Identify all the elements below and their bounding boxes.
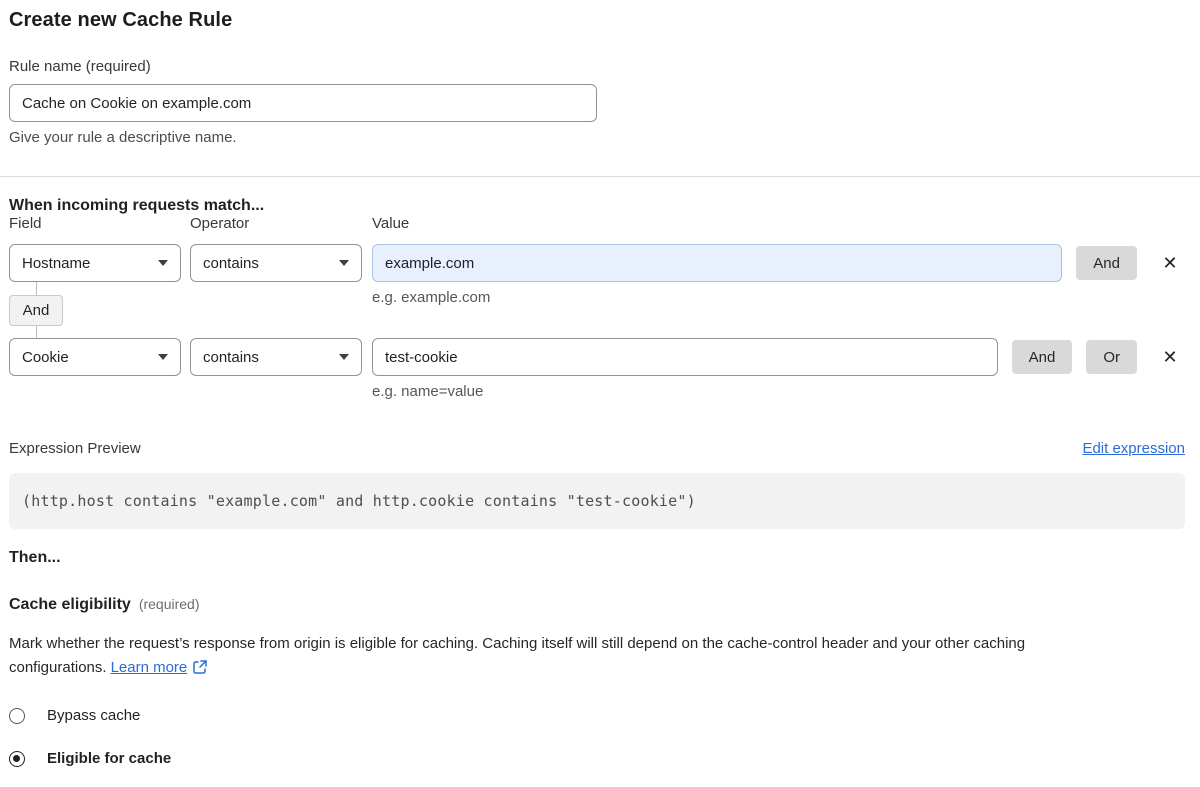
- chevron-down-icon: [158, 354, 168, 360]
- chevron-down-icon: [339, 354, 349, 360]
- required-note: (required): [139, 596, 200, 612]
- rule-name-section: Rule name (required) Give your rule a de…: [9, 58, 1185, 146]
- and-connector-button[interactable]: And: [9, 295, 63, 326]
- condition-row: Hostname contains And ✕: [9, 244, 1185, 282]
- value-hint: e.g. example.com: [372, 289, 490, 306]
- value-input[interactable]: [372, 244, 1062, 282]
- cache-eligibility-heading: Cache eligibility: [9, 596, 131, 614]
- and-button[interactable]: And: [1012, 340, 1073, 374]
- edit-expression-link[interactable]: Edit expression: [1082, 440, 1185, 457]
- page-title: Create new Cache Rule: [9, 9, 1185, 32]
- external-link-icon: [193, 660, 207, 674]
- condition-row: Cookie contains And Or ✕: [9, 338, 1185, 376]
- rule-name-label: Rule name (required): [9, 58, 1185, 75]
- expression-code: (http.host contains "example.com" and ht…: [9, 473, 1185, 529]
- bypass-cache-option[interactable]: Bypass cache: [9, 707, 1185, 724]
- field-column-label: Field: [9, 215, 190, 232]
- section-divider: [0, 176, 1200, 177]
- expression-preview-label: Expression Preview: [9, 440, 141, 457]
- learn-more-link[interactable]: Learn more: [111, 659, 208, 676]
- match-heading: When incoming requests match...: [9, 197, 1185, 215]
- or-button[interactable]: Or: [1086, 340, 1137, 374]
- learn-more-label: Learn more: [111, 659, 188, 676]
- field-select[interactable]: Cookie: [9, 338, 181, 376]
- connector-line: [36, 282, 37, 295]
- condition-connector-area: And e.g. example.com: [9, 282, 1185, 338]
- radio-unselected-icon[interactable]: [9, 708, 25, 724]
- field-select[interactable]: Hostname: [9, 244, 181, 282]
- then-heading: Then...: [9, 549, 1185, 567]
- remove-condition-button[interactable]: ✕: [1155, 342, 1185, 372]
- value-input[interactable]: [372, 338, 998, 376]
- operator-select[interactable]: contains: [190, 244, 362, 282]
- eligible-for-cache-option[interactable]: Eligible for cache: [9, 750, 1185, 767]
- rule-name-input[interactable]: [9, 84, 597, 122]
- field-select-value: Hostname: [22, 255, 90, 272]
- rule-name-helper: Give your rule a descriptive name.: [9, 129, 1185, 146]
- close-icon: ✕: [1162, 347, 1177, 367]
- value-hint: e.g. name=value: [372, 383, 1185, 400]
- connector-line: [36, 326, 37, 338]
- bypass-cache-label: Bypass cache: [47, 707, 140, 724]
- cache-eligibility-heading-row: Cache eligibility (required): [9, 596, 1185, 614]
- close-icon: ✕: [1162, 253, 1177, 273]
- and-button[interactable]: And: [1076, 246, 1137, 280]
- cache-eligibility-options: Bypass cache Eligible for cache: [9, 707, 1185, 767]
- field-select-value: Cookie: [22, 349, 69, 366]
- eligible-for-cache-label: Eligible for cache: [47, 750, 171, 767]
- remove-condition-button[interactable]: ✕: [1155, 248, 1185, 278]
- chevron-down-icon: [339, 260, 349, 266]
- cache-eligibility-description: Mark whether the request’s response from…: [9, 632, 1169, 680]
- condition-column-labels: Field Operator Value: [9, 215, 1185, 232]
- operator-select[interactable]: contains: [190, 338, 362, 376]
- radio-selected-icon[interactable]: [9, 751, 25, 767]
- chevron-down-icon: [158, 260, 168, 266]
- operator-column-label: Operator: [190, 215, 372, 232]
- create-cache-rule-form: Create new Cache Rule Rule name (require…: [0, 0, 1200, 787]
- operator-select-value: contains: [203, 349, 259, 366]
- operator-select-value: contains: [203, 255, 259, 272]
- value-column-label: Value: [372, 215, 1185, 232]
- expression-preview-section: Expression Preview Edit expression (http…: [9, 440, 1185, 529]
